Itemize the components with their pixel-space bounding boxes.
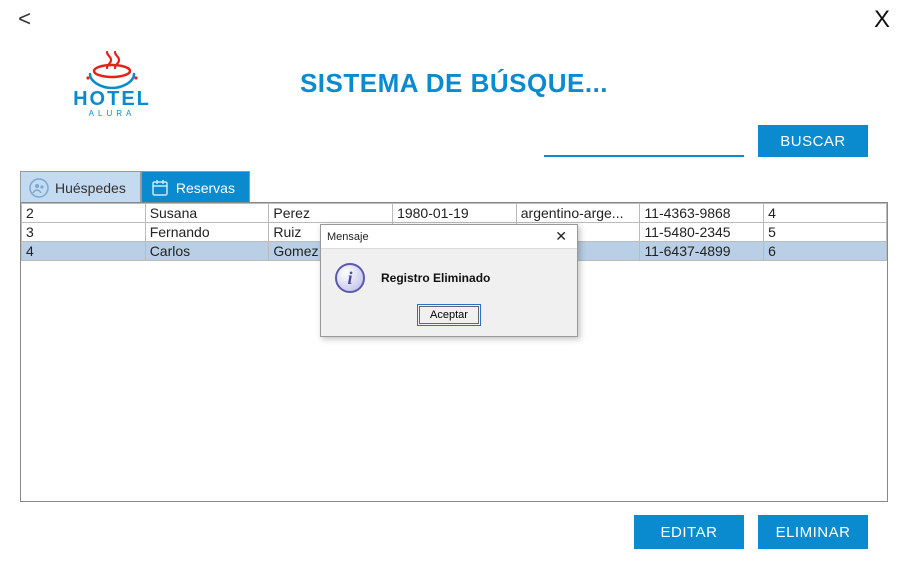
tab-huespedes-label: Huéspedes: [55, 180, 126, 196]
info-icon: i: [335, 263, 365, 293]
coffee-cup-icon: [82, 48, 142, 90]
window-close-button[interactable]: X: [874, 6, 890, 34]
table-cell-reserva[interactable]: 5: [764, 223, 887, 242]
hotel-logo: HOTEL ALURA: [62, 48, 162, 118]
table-cell-fecha[interactable]: 1980-01-19: [393, 204, 517, 223]
edit-button[interactable]: EDITAR: [634, 515, 744, 549]
table-cell-reserva[interactable]: 4: [764, 204, 887, 223]
dialog-message: Registro Eliminado: [381, 271, 490, 285]
table-cell-nacionalidad[interactable]: argentino-arge...: [516, 204, 640, 223]
table-cell-tel[interactable]: 11-6437-4899: [640, 242, 764, 261]
dialog-close-button[interactable]: ✕: [551, 228, 571, 245]
table-cell-id[interactable]: 3: [22, 223, 146, 242]
dialog-title-text: Mensaje: [327, 231, 369, 243]
tab-huespedes[interactable]: Huéspedes: [20, 171, 141, 204]
tab-reservas[interactable]: Reservas: [141, 171, 250, 204]
search-button[interactable]: BUSCAR: [758, 125, 868, 157]
page-title: SISTEMA DE BÚSQUE...: [300, 68, 608, 99]
table-cell-tel[interactable]: 11-4363-9868: [640, 204, 764, 223]
table-cell-apellido[interactable]: Perez: [269, 204, 393, 223]
table-cell-tel[interactable]: 11-5480-2345: [640, 223, 764, 242]
table-cell-reserva[interactable]: 6: [764, 242, 887, 261]
message-dialog: Mensaje ✕ i Registro Eliminado Aceptar: [320, 224, 578, 337]
logo-text-hotel: HOTEL: [62, 88, 162, 111]
calendar-icon: [150, 178, 170, 198]
delete-button[interactable]: ELIMINAR: [758, 515, 868, 549]
tab-bar: Huéspedes Reservas: [20, 170, 277, 204]
table-cell-nombre[interactable]: Fernando: [145, 223, 269, 242]
table-cell-nombre[interactable]: Susana: [145, 204, 269, 223]
table-cell-nombre[interactable]: Carlos: [145, 242, 269, 261]
dialog-ok-button[interactable]: Aceptar: [419, 306, 479, 324]
search-input[interactable]: [544, 129, 744, 157]
guests-icon: [29, 178, 49, 198]
table-cell-id[interactable]: 2: [22, 204, 146, 223]
table-row[interactable]: 2SusanaPerez1980-01-19argentino-arge...1…: [22, 204, 887, 223]
tab-reservas-label: Reservas: [176, 180, 235, 196]
back-button[interactable]: <: [18, 8, 31, 33]
table-cell-id[interactable]: 4: [22, 242, 146, 261]
